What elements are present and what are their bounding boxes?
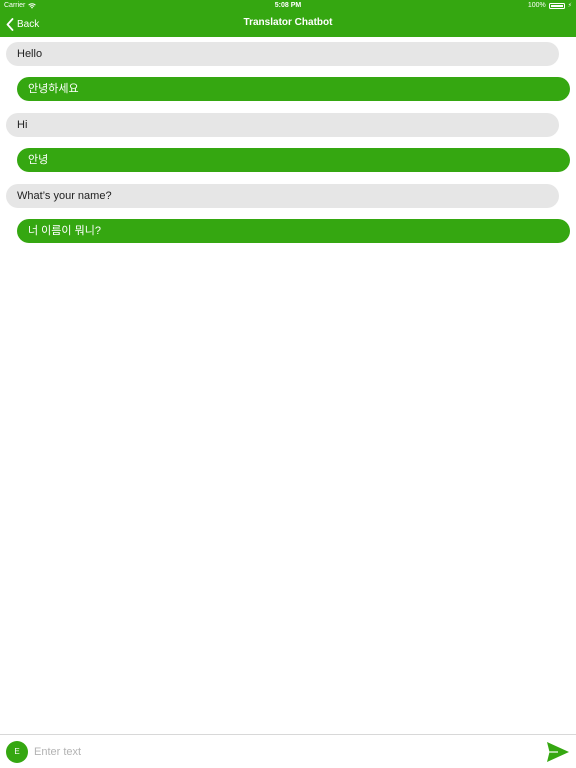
battery-icon — [548, 3, 565, 9]
bot-message: 안녕하세요 — [17, 77, 570, 101]
composer-bar: E — [0, 734, 576, 768]
user-message: Hello — [6, 42, 559, 66]
bot-message: 안녕 — [17, 148, 570, 172]
top-bar: Carrier 5:08 PM 100% ⚡ Back Translator C… — [0, 0, 576, 37]
send-icon[interactable] — [546, 741, 570, 763]
status-battery-group: 100% ⚡ — [528, 0, 572, 12]
user-message: Hi — [6, 113, 559, 137]
charging-icon: ⚡ — [567, 3, 572, 9]
message-input[interactable] — [34, 742, 534, 762]
message-list[interactable]: Hello 안녕하세요 Hi 안녕 What’s your name? 너 이름… — [0, 37, 576, 734]
battery-percent: 100% — [527, 2, 546, 9]
bot-message: 너 이름이 뭐니? — [17, 219, 570, 243]
navigation-bar: Back Translator Chatbot — [0, 12, 576, 37]
status-time: 5:08 PM — [274, 2, 302, 9]
page-title: Translator Chatbot — [243, 17, 333, 28]
status-bar: Carrier 5:08 PM 100% ⚡ — [0, 0, 576, 12]
user-message: What’s your name? — [6, 184, 559, 208]
avatar[interactable]: E — [6, 741, 28, 763]
